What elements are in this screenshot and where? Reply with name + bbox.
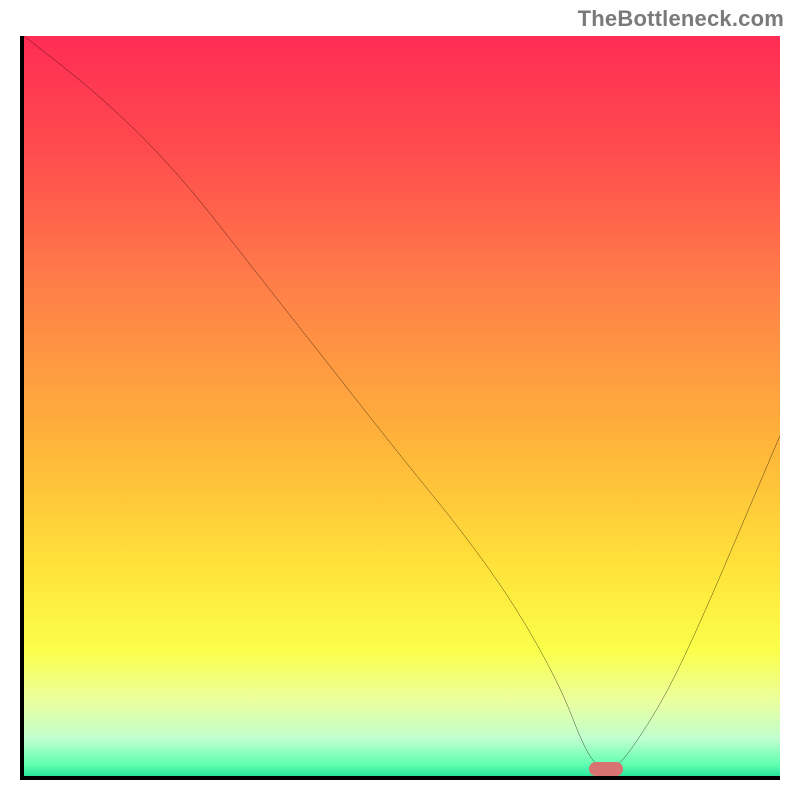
plot-area xyxy=(24,36,780,776)
optimal-marker xyxy=(589,762,623,776)
bottleneck-curve xyxy=(24,36,780,776)
watermark-text: TheBottleneck.com xyxy=(578,6,784,32)
plot-frame xyxy=(20,36,780,780)
chart-container: TheBottleneck.com xyxy=(0,0,800,800)
